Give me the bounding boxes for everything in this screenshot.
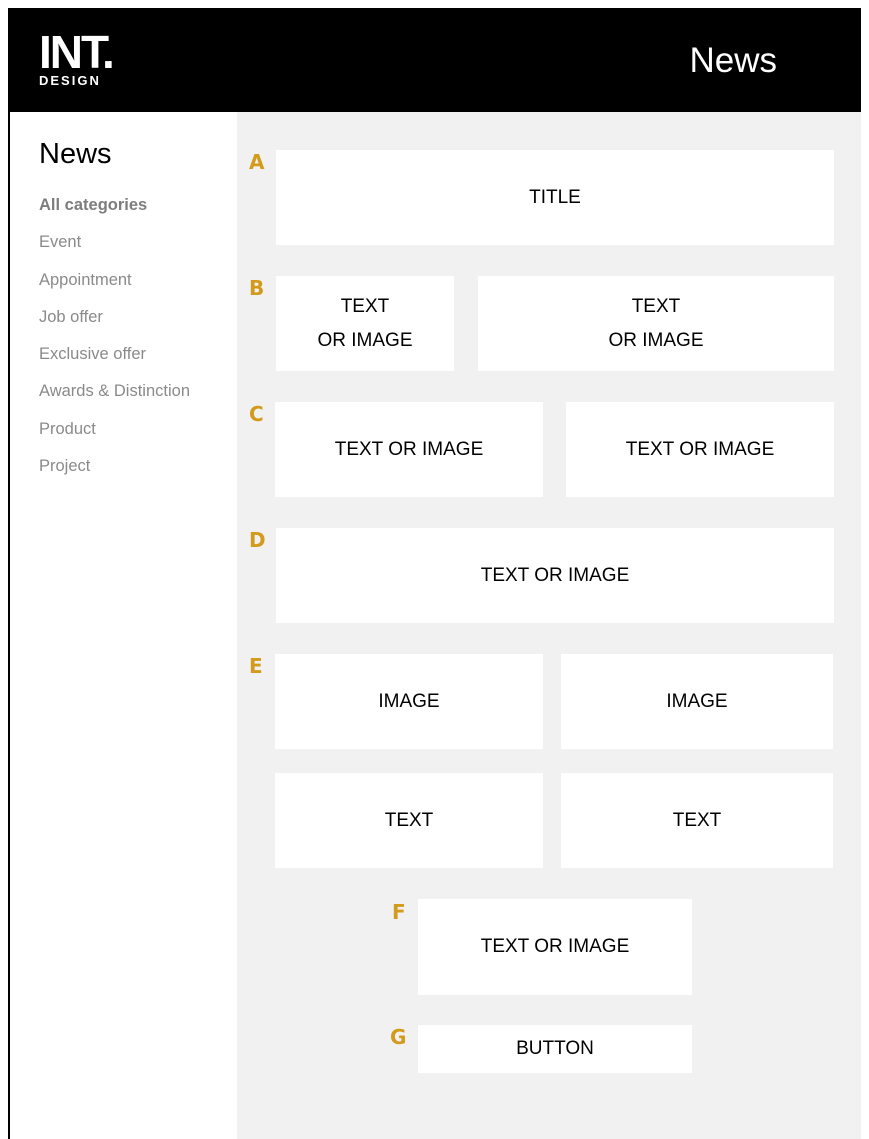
image-block: IMAGE bbox=[275, 654, 543, 749]
text-or-image-block: TEXT OR IMAGE bbox=[478, 276, 834, 371]
row-label-d: D bbox=[249, 528, 266, 552]
block-label: TEXT OR IMAGE bbox=[317, 295, 413, 351]
brand-logo[interactable]: INT. DESIGN bbox=[39, 26, 115, 88]
sidebar-item-appointment[interactable]: Appointment bbox=[39, 271, 190, 308]
logo-wordmark: INT. bbox=[39, 26, 115, 78]
sidebar-item-project[interactable]: Project bbox=[39, 457, 190, 494]
sidebar-item-product[interactable]: Product bbox=[39, 420, 190, 457]
sidebar-item-awards-distinction[interactable]: Awards & Distinction bbox=[39, 382, 190, 419]
title-block: TITLE bbox=[276, 150, 834, 245]
sidebar-item-exclusive-offer[interactable]: Exclusive offer bbox=[39, 345, 190, 382]
block-label: TEXT bbox=[672, 809, 722, 831]
text-or-image-block: TEXT OR IMAGE bbox=[276, 528, 834, 623]
site-header: INT. DESIGN News bbox=[8, 8, 861, 112]
sidebar-title: News bbox=[39, 138, 112, 170]
category-list: All categories Event Appointment Job off… bbox=[39, 196, 190, 494]
block-label: IMAGE bbox=[666, 690, 728, 712]
row-label-a: A bbox=[249, 150, 265, 174]
block-label: TEXT OR IMAGE bbox=[625, 438, 775, 460]
block-label: TEXT bbox=[384, 809, 434, 831]
row-label-e: E bbox=[249, 654, 263, 678]
text-or-image-block: TEXT OR IMAGE bbox=[418, 899, 692, 995]
text-or-image-block: TEXT OR IMAGE bbox=[566, 402, 834, 497]
page-title: News bbox=[689, 41, 777, 80]
button-placeholder[interactable]: BUTTON bbox=[418, 1025, 692, 1073]
block-label: TEXT OR IMAGE bbox=[608, 295, 704, 351]
row-label-b: B bbox=[249, 276, 265, 300]
block-label: TEXT OR IMAGE bbox=[480, 564, 630, 586]
sidebar-item-event[interactable]: Event bbox=[39, 233, 190, 270]
page-left-border bbox=[8, 8, 10, 1139]
row-label-f: F bbox=[392, 900, 406, 924]
sidebar-item-job-offer[interactable]: Job offer bbox=[39, 308, 190, 345]
text-block: TEXT bbox=[561, 773, 833, 868]
block-label: TEXT OR IMAGE bbox=[480, 936, 630, 957]
block-label: TEXT OR IMAGE bbox=[334, 438, 484, 460]
button-label: BUTTON bbox=[516, 1038, 594, 1059]
sidebar-item-all-categories[interactable]: All categories bbox=[39, 196, 190, 233]
block-label: IMAGE bbox=[378, 690, 440, 712]
text-or-image-block: TEXT OR IMAGE bbox=[276, 276, 454, 371]
row-label-g: G bbox=[390, 1025, 407, 1049]
row-label-c: C bbox=[249, 402, 264, 426]
text-block: TEXT bbox=[275, 773, 543, 868]
title-block-label: TITLE bbox=[529, 186, 581, 208]
text-or-image-block: TEXT OR IMAGE bbox=[275, 402, 543, 497]
image-block: IMAGE bbox=[561, 654, 833, 749]
